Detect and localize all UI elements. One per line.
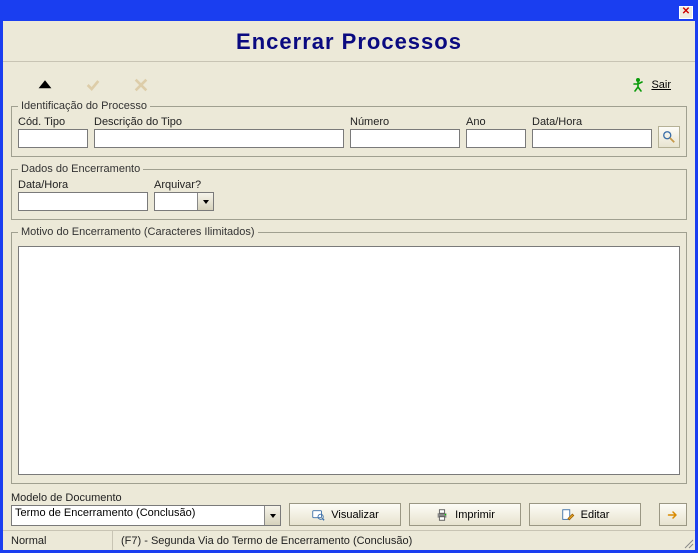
modelo-value: Termo de Encerramento (Conclusão) (12, 506, 264, 525)
exit-icon (629, 76, 647, 94)
bottom-row: Modelo de Documento Termo de Encerrament… (11, 490, 687, 530)
confirm-icon (85, 77, 101, 93)
arquivar-label: Arquivar? (154, 179, 214, 191)
visualizar-label: Visualizar (331, 509, 379, 521)
imprimir-label: Imprimir (455, 509, 495, 521)
status-hint: (F7) - Segunda Via do Termo de Encerrame… (113, 531, 679, 550)
descricao-tipo-label: Descrição do Tipo (94, 116, 344, 128)
encerramento-legend: Dados do Encerramento (18, 163, 143, 175)
preview-icon (311, 508, 325, 522)
editar-label: Editar (581, 509, 610, 521)
resize-grip[interactable] (679, 531, 695, 550)
identificacao-fieldset: Identificação do Processo Cód. Tipo Desc… (11, 100, 687, 157)
resize-grip-icon (682, 537, 694, 549)
datahora-input[interactable] (532, 129, 652, 148)
arquivar-select[interactable] (154, 192, 214, 211)
app-window: ✕ Encerrar Processos Sair (0, 0, 698, 553)
cod-tipo-input[interactable] (18, 129, 88, 148)
status-mode: Normal (3, 531, 113, 550)
motivo-legend: Motivo do Encerramento (Caracteres Ilimi… (18, 226, 258, 238)
imprimir-button[interactable]: Imprimir (409, 503, 521, 526)
toolbar: Sair (3, 62, 695, 100)
cod-tipo-label: Cód. Tipo (18, 116, 88, 128)
modelo-label: Modelo de Documento (11, 492, 281, 504)
page-title: Encerrar Processos (3, 29, 695, 55)
exit-button[interactable]: Sair (629, 76, 685, 94)
visualizar-button[interactable]: Visualizar (289, 503, 401, 526)
cancel-icon (133, 77, 149, 93)
modelo-select[interactable]: Termo de Encerramento (Conclusão) (11, 505, 281, 526)
content-area: Identificação do Processo Cód. Tipo Desc… (3, 100, 695, 530)
edit-icon (561, 508, 575, 522)
motivo-fieldset: Motivo do Encerramento (Caracteres Ilimi… (11, 226, 687, 484)
ano-input[interactable] (466, 129, 526, 148)
encerramento-fieldset: Dados do Encerramento Data/Hora Arquivar… (11, 163, 687, 220)
arrow-right-icon (665, 509, 681, 521)
close-icon: ✕ (682, 7, 690, 17)
numero-input[interactable] (350, 129, 460, 148)
statusbar: Normal (F7) - Segunda Via do Termo de En… (3, 530, 695, 550)
motivo-textarea[interactable] (18, 246, 680, 475)
lookup-button[interactable] (658, 126, 680, 148)
nav-up-icon[interactable] (37, 77, 53, 93)
enc-datahora-input[interactable] (18, 192, 148, 211)
descricao-tipo-input[interactable] (94, 129, 344, 148)
ano-label: Ano (466, 116, 526, 128)
datahora-label: Data/Hora (532, 116, 652, 128)
close-button[interactable]: ✕ (679, 6, 693, 19)
header: Encerrar Processos (3, 21, 695, 62)
numero-label: Número (350, 116, 460, 128)
editar-button[interactable]: Editar (529, 503, 641, 526)
enc-datahora-label: Data/Hora (18, 179, 148, 191)
titlebar: ✕ (3, 3, 695, 21)
arquivar-value (155, 193, 197, 210)
next-button[interactable] (659, 503, 687, 526)
identificacao-legend: Identificação do Processo (18, 100, 150, 112)
print-icon (435, 508, 449, 522)
chevron-down-icon[interactable] (197, 193, 213, 210)
search-icon (662, 130, 676, 144)
exit-label: Sair (651, 79, 671, 91)
chevron-down-icon[interactable] (264, 506, 280, 525)
